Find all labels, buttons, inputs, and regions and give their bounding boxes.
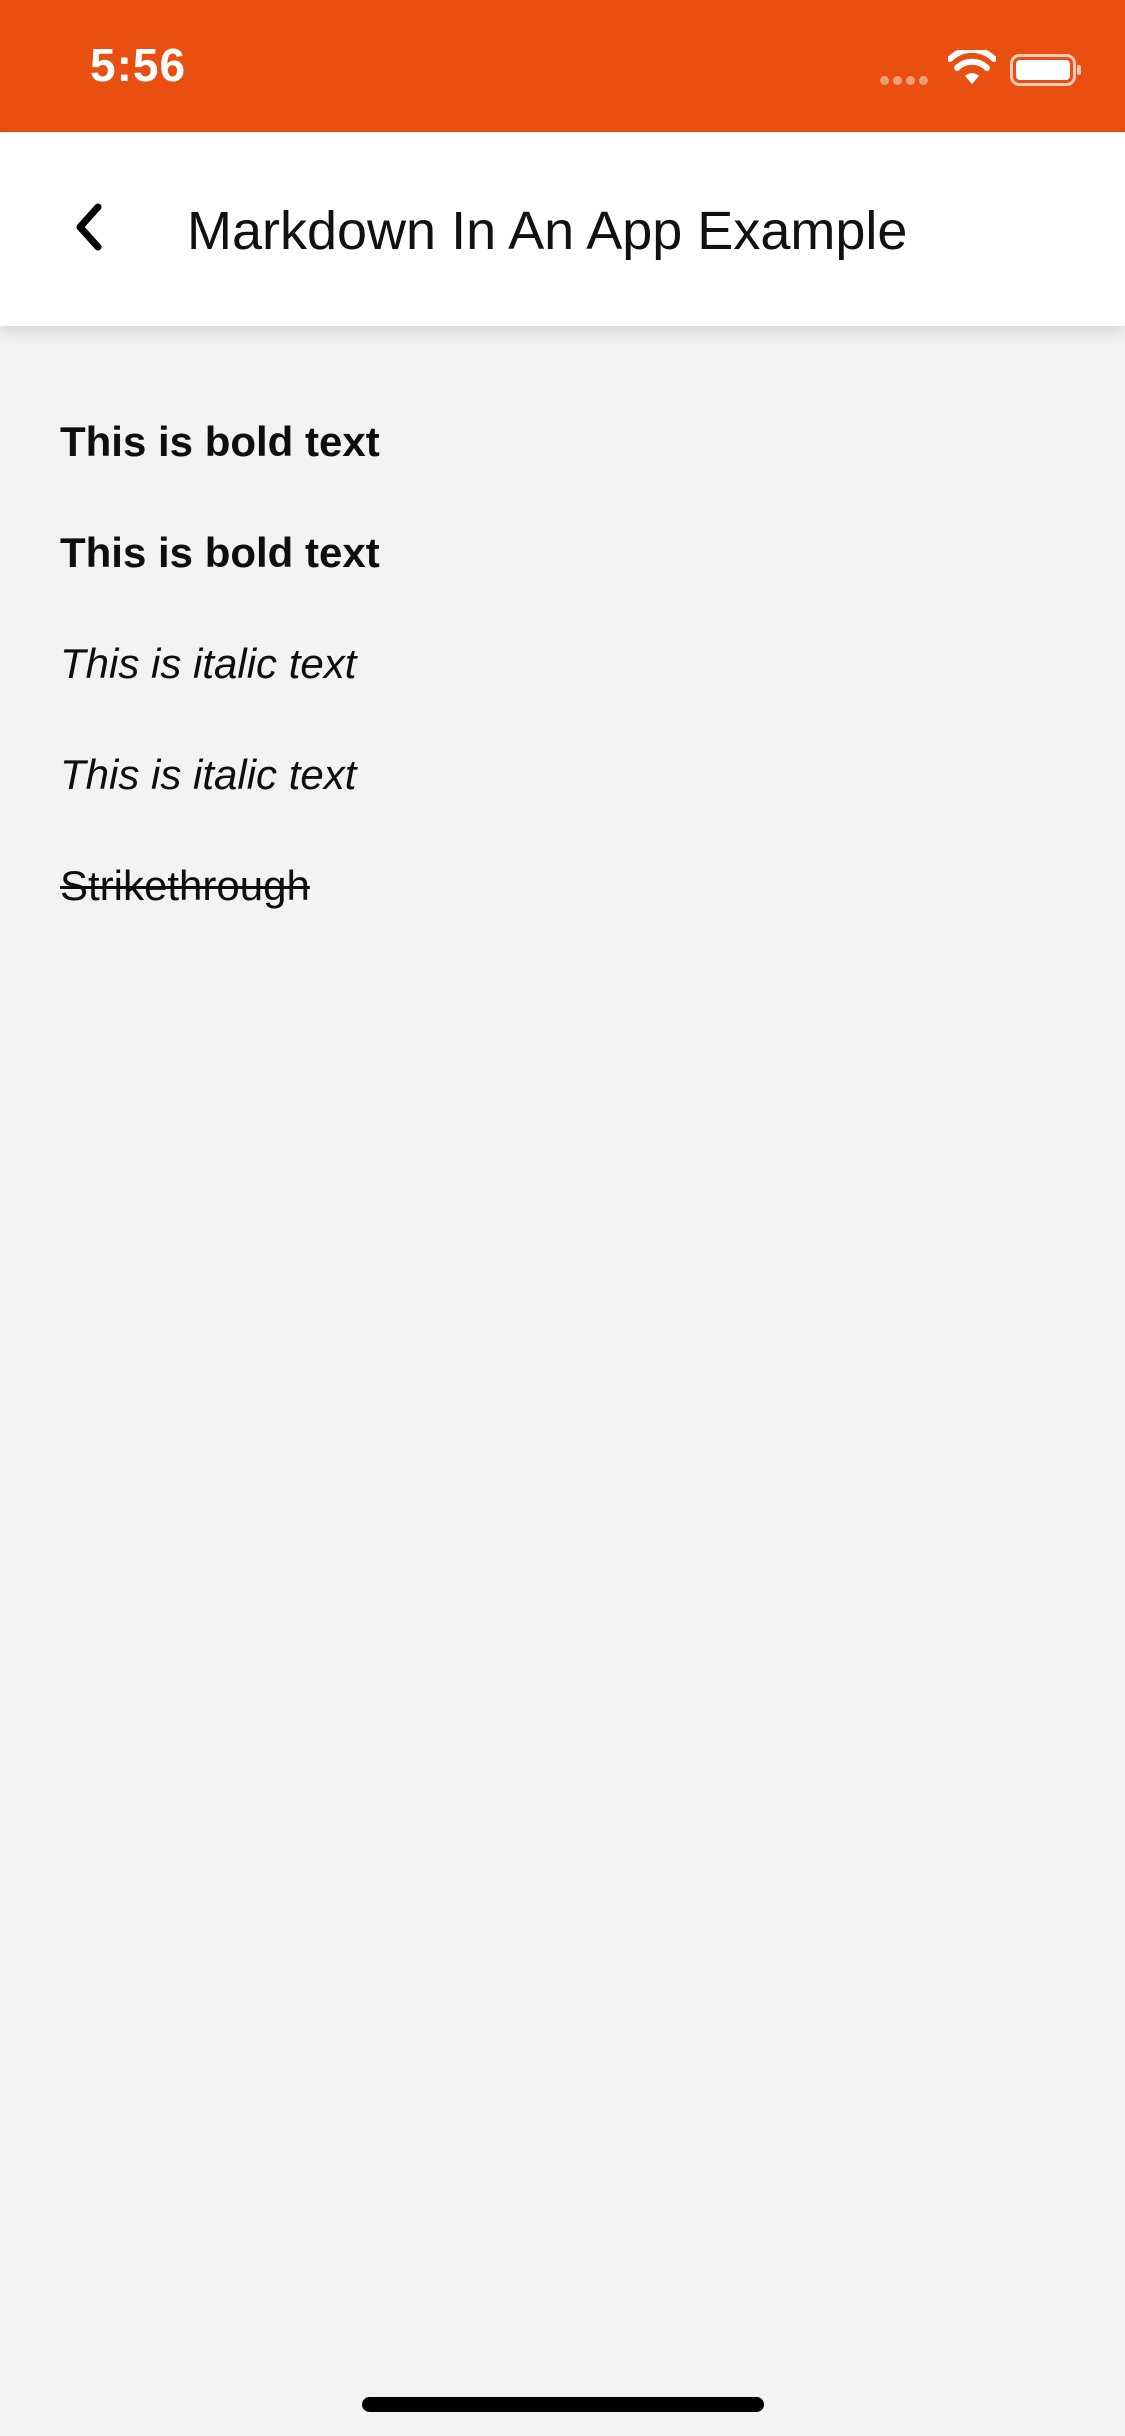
back-button[interactable] xyxy=(50,187,130,267)
markdown-content: This is bold text This is bold text This… xyxy=(60,412,1060,967)
status-bar: 5:56 xyxy=(0,0,1125,132)
home-indicator[interactable] xyxy=(362,2397,764,2412)
italic-text-line: This is italic text xyxy=(60,640,357,687)
status-time: 5:56 xyxy=(90,39,187,91)
bold-text-line: This is bold text xyxy=(60,418,380,465)
navigation-bar: Markdown In An App Example xyxy=(0,132,1125,326)
strikethrough-line: Strikethrough xyxy=(60,856,1060,967)
battery-icon xyxy=(1010,54,1081,86)
bold-text-line: This is bold text xyxy=(60,529,380,576)
page-title: Markdown In An App Example xyxy=(187,201,908,261)
wifi-icon xyxy=(948,50,996,84)
chevron-left-icon xyxy=(76,203,102,251)
italic-text-line: This is italic text xyxy=(60,751,357,798)
signal-dots-icon xyxy=(880,72,936,85)
strikethrough-text: Strikethrough xyxy=(60,862,310,909)
